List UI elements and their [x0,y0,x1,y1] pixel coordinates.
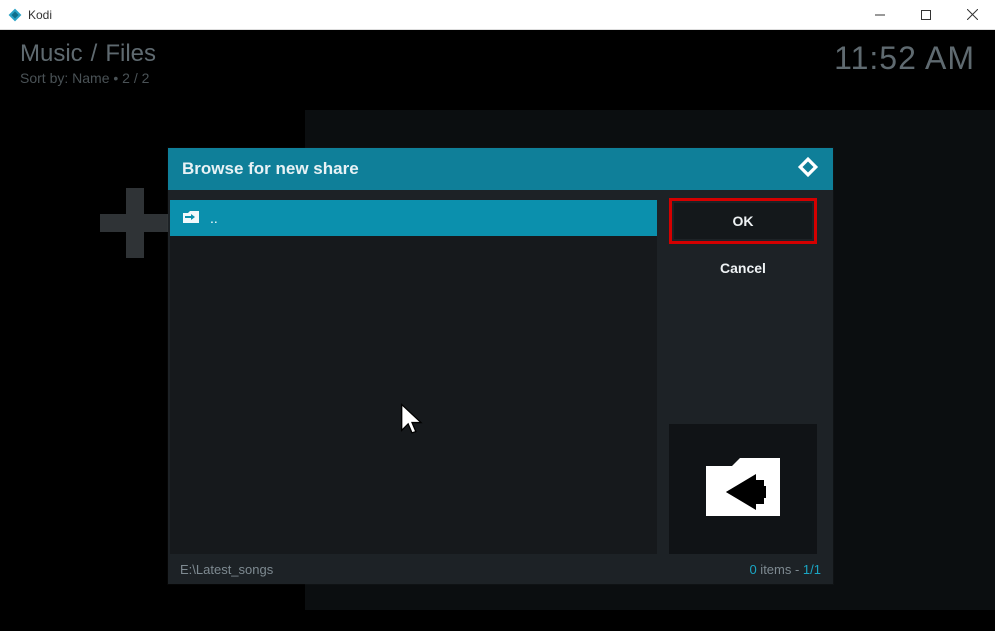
item-count-label: items - [757,562,803,577]
ok-button[interactable]: OK [674,203,812,239]
window-minimize-button[interactable] [857,0,903,30]
breadcrumb-separator: / [91,40,98,68]
window-titlebar: Kodi [0,0,995,30]
breadcrumb-sub: Files [105,40,156,68]
window-controls [857,0,995,30]
file-row-label: .. [210,210,218,226]
folder-back-icon [700,452,786,527]
clock: 11:52 AM [834,40,975,86]
app-viewport: Music / Files Sort by: Name • 2 / 2 11:5… [0,30,995,631]
dialog-body: .. OK Cancel [168,190,833,554]
header-left: Music / Files Sort by: Name • 2 / 2 [20,40,156,86]
dialog-button-column: OK Cancel [669,200,817,554]
breadcrumb: Music / Files [20,40,156,68]
folder-up-icon [182,210,200,227]
add-source-tile[interactable] [100,188,170,258]
file-list-pane[interactable]: .. [170,200,657,554]
dialog-header: Browse for new share [168,148,833,190]
titlebar-left: Kodi [0,8,52,22]
window-close-button[interactable] [949,0,995,30]
item-page: 1/1 [803,562,821,577]
breadcrumb-main: Music [20,40,83,68]
app-header: Music / Files Sort by: Name • 2 / 2 11:5… [20,40,975,86]
ok-highlight-box: OK [669,198,817,244]
dialog-title: Browse for new share [182,159,359,179]
kodi-app-icon [8,8,22,22]
file-row-parent[interactable]: .. [170,200,657,236]
folder-preview [669,424,817,554]
item-count-number: 0 [749,562,756,577]
kodi-logo-icon [797,156,819,183]
window-title: Kodi [28,8,52,22]
item-count: 0 items - 1/1 [749,562,821,577]
cancel-button[interactable]: Cancel [669,250,817,286]
browse-share-dialog: Browse for new share .. OK Cancel [168,148,833,584]
current-path: E:\Latest_songs [180,562,273,577]
sort-info: Sort by: Name • 2 / 2 [20,70,156,86]
plus-icon [126,188,144,258]
dialog-footer: E:\Latest_songs 0 items - 1/1 [168,554,833,584]
window-maximize-button[interactable] [903,0,949,30]
